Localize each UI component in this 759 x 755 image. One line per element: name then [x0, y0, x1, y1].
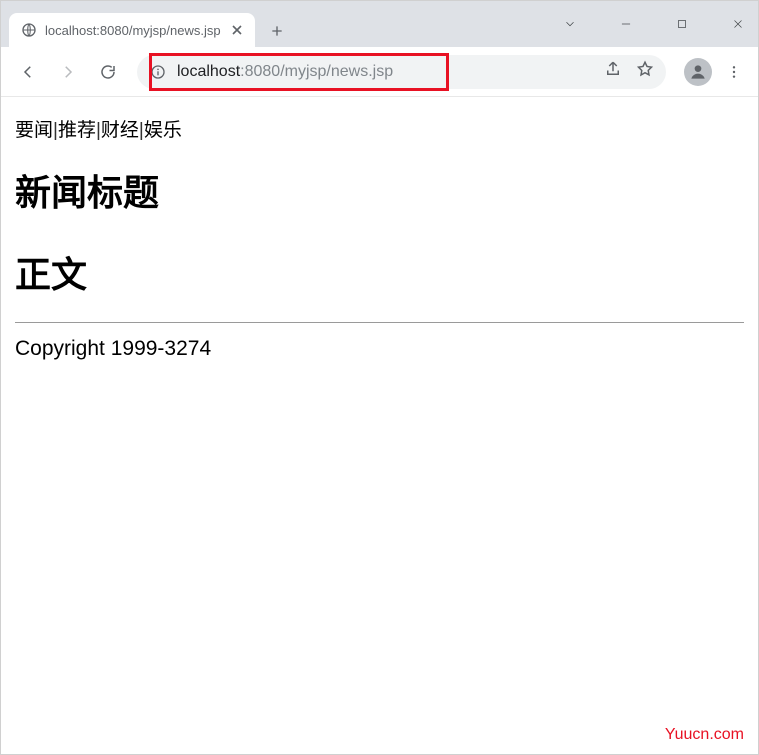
- body-heading: 正文: [15, 246, 744, 298]
- page-content: 要闻|推荐|财经|娱乐 新闻标题 正文 Copyright 1999-3274: [1, 97, 758, 375]
- menu-button[interactable]: [720, 58, 748, 86]
- window-titlebar: localhost:8080/myjsp/news.jsp: [1, 1, 758, 47]
- watermark: Yuucn.com: [665, 726, 744, 744]
- maximize-button[interactable]: [668, 10, 696, 38]
- url-host: localhost: [177, 63, 240, 80]
- nav-link-yaowen[interactable]: 要闻: [15, 120, 53, 141]
- copyright-text: Copyright 1999-3274: [15, 337, 744, 361]
- forward-button[interactable]: [51, 55, 85, 89]
- category-nav: 要闻|推荐|财经|娱乐: [15, 115, 744, 142]
- address-bar[interactable]: localhost:8080/myjsp/news.jsp: [137, 55, 666, 89]
- chevron-down-icon[interactable]: [556, 10, 584, 38]
- tab-title: localhost:8080/myjsp/news.jsp: [45, 23, 221, 38]
- nav-link-caijing[interactable]: 财经: [101, 120, 139, 141]
- close-window-button[interactable]: [724, 10, 752, 38]
- browser-toolbar: localhost:8080/myjsp/news.jsp: [1, 47, 758, 97]
- globe-icon: [21, 22, 37, 38]
- nav-link-tuijian[interactable]: 推荐: [58, 120, 96, 141]
- minimize-button[interactable]: [612, 10, 640, 38]
- profile-avatar[interactable]: [684, 58, 712, 86]
- url-path: /myjsp/news.jsp: [280, 63, 393, 80]
- address-text: localhost:8080/myjsp/news.jsp: [177, 63, 594, 81]
- nav-link-yule[interactable]: 娱乐: [144, 120, 182, 141]
- reload-button[interactable]: [91, 55, 125, 89]
- browser-tab[interactable]: localhost:8080/myjsp/news.jsp: [9, 13, 255, 47]
- new-tab-button[interactable]: [263, 17, 291, 45]
- back-button[interactable]: [11, 55, 45, 89]
- bookmark-star-icon[interactable]: [636, 60, 654, 83]
- share-icon[interactable]: [604, 60, 622, 83]
- news-heading: 新闻标题: [15, 164, 744, 216]
- horizontal-rule: [15, 322, 744, 323]
- window-controls: [556, 1, 752, 47]
- close-tab-icon[interactable]: [229, 22, 245, 38]
- site-info-icon[interactable]: [149, 63, 167, 81]
- url-port: :8080: [240, 63, 280, 80]
